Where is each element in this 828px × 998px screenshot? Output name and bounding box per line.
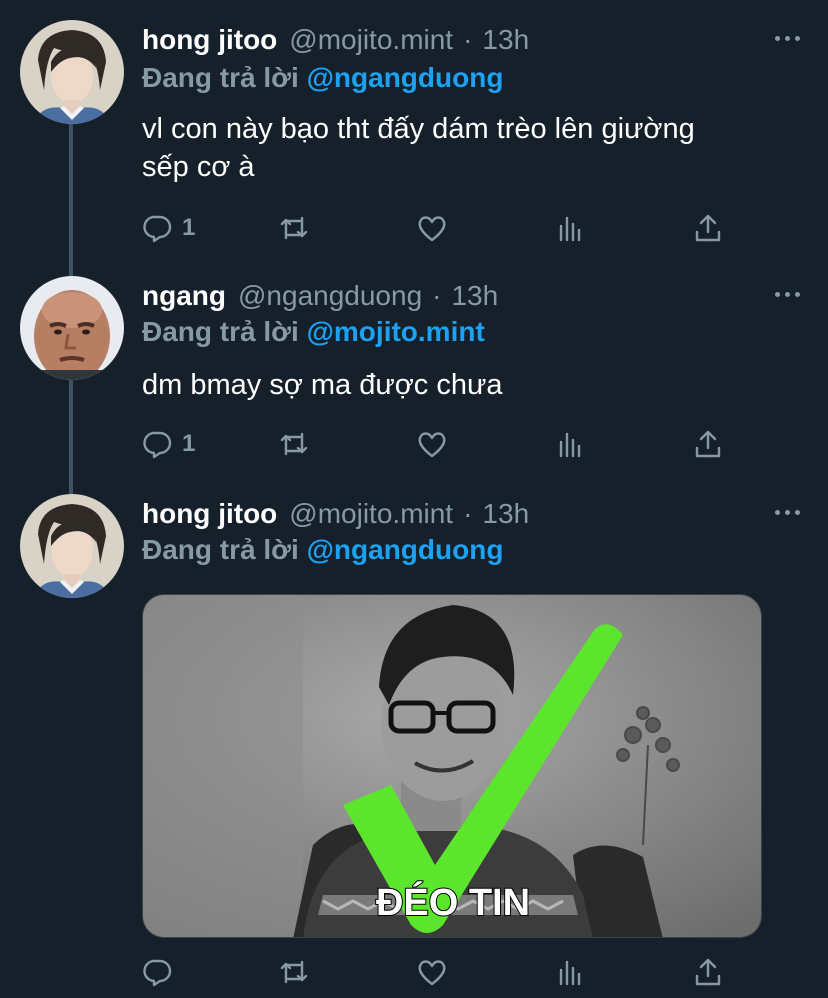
display-name[interactable]: ngang [142, 280, 226, 312]
like-icon [418, 432, 446, 458]
share-icon [695, 430, 721, 458]
like-button[interactable] [416, 954, 448, 990]
reply-button[interactable]: 1 [142, 426, 195, 462]
more-icon[interactable] [775, 292, 800, 297]
more-icon[interactable] [775, 510, 800, 515]
avatar[interactable] [20, 20, 124, 124]
tweet-text: vl con này bạo tht đấy dám trèo lên giườ… [142, 110, 802, 186]
like-button[interactable] [416, 210, 448, 246]
retweet-icon [280, 960, 308, 984]
reply-prefix: Đang trả lời [142, 316, 299, 347]
avatar-image [20, 494, 124, 598]
avatar[interactable] [20, 494, 124, 598]
reply-context: Đang trả lời @mojito.mint [142, 316, 485, 348]
separator-dot: · [432, 280, 442, 311]
analytics-icon [559, 432, 581, 458]
avatar-image [20, 20, 124, 124]
reply-mention-link[interactable]: @mojito.mint [307, 316, 485, 347]
tweet-header: hong jitoo @mojito.mint · 13h [142, 20, 529, 60]
thread-connector [69, 124, 73, 276]
reply-prefix: Đang trả lời [142, 534, 299, 565]
analytics-button[interactable] [554, 954, 586, 990]
separator-dot: · [463, 24, 473, 55]
timestamp[interactable]: 13h [451, 280, 498, 312]
tweet-text-line: sếp cơ à [142, 151, 255, 183]
reply-prefix: Đang trả lời [142, 62, 299, 93]
retweet-button[interactable] [278, 954, 310, 990]
like-icon [418, 216, 446, 242]
avatar-image [20, 276, 124, 380]
display-name[interactable]: hong jitoo [142, 24, 277, 56]
reply-icon [143, 215, 172, 243]
meme-image: ĐÉO TIN [143, 595, 761, 937]
reply-button[interactable] [142, 954, 182, 990]
tweet-text-line: vl con này bạo tht đấy dám trèo lên giườ… [142, 113, 695, 145]
reply-mention-link[interactable]: @ngangduong [307, 62, 504, 93]
user-handle[interactable]: @mojito.mint [289, 498, 453, 530]
user-handle[interactable]: @ngangduong [238, 280, 422, 312]
like-button[interactable] [416, 426, 448, 462]
more-icon[interactable] [775, 36, 800, 41]
tweet-text: dm bmay sợ ma được chưa [142, 366, 802, 404]
tweet-header: ngang @ngangduong · 13h [142, 276, 498, 316]
separator-dot: · [463, 498, 473, 529]
analytics-button[interactable] [554, 210, 586, 246]
retweet-icon [280, 216, 308, 240]
analytics-icon [559, 960, 581, 986]
timestamp[interactable]: 13h [482, 498, 529, 530]
timestamp[interactable]: 13h [482, 24, 529, 56]
tweet-header: hong jitoo @mojito.mint · 13h [142, 494, 529, 534]
reply-count: 1 [182, 430, 196, 457]
share-icon [695, 958, 721, 986]
analytics-icon [559, 216, 581, 242]
tweet-text-line: dm bmay sợ ma được chưa [142, 369, 503, 401]
share-button[interactable] [692, 954, 724, 990]
reply-button[interactable]: 1 [142, 210, 195, 246]
reply-icon [143, 431, 172, 459]
reply-context: Đang trả lời @ngangduong [142, 62, 503, 94]
action-bar: 1 [142, 210, 762, 246]
share-button[interactable] [692, 426, 724, 462]
meme-caption: ĐÉO TIN [376, 880, 530, 924]
reply-context: Đang trả lời @ngangduong [142, 534, 503, 566]
like-icon [418, 960, 446, 986]
tweet-3[interactable]: hong jitoo @mojito.mint · 13h Đang trả l… [0, 494, 828, 998]
tweet-2[interactable]: ngang @ngangduong · 13h Đang trả lời @mo… [0, 276, 828, 510]
display-name[interactable]: hong jitoo [142, 498, 277, 530]
action-bar [142, 954, 762, 990]
action-bar: 1 [142, 426, 762, 462]
share-icon [695, 214, 721, 242]
reply-icon [143, 959, 172, 987]
retweet-button[interactable] [278, 426, 310, 462]
tweet-media-image[interactable]: ĐÉO TIN [142, 594, 762, 938]
share-button[interactable] [692, 210, 724, 246]
user-handle[interactable]: @mojito.mint [289, 24, 453, 56]
avatar[interactable] [20, 276, 124, 380]
retweet-button[interactable] [278, 210, 310, 246]
analytics-button[interactable] [554, 426, 586, 462]
reply-mention-link[interactable]: @ngangduong [307, 534, 504, 565]
thread-connector [69, 380, 73, 510]
reply-count: 1 [182, 214, 196, 241]
tweet-1[interactable]: hong jitoo @mojito.mint · 13h Đang trả l… [0, 0, 828, 276]
retweet-icon [280, 432, 308, 456]
